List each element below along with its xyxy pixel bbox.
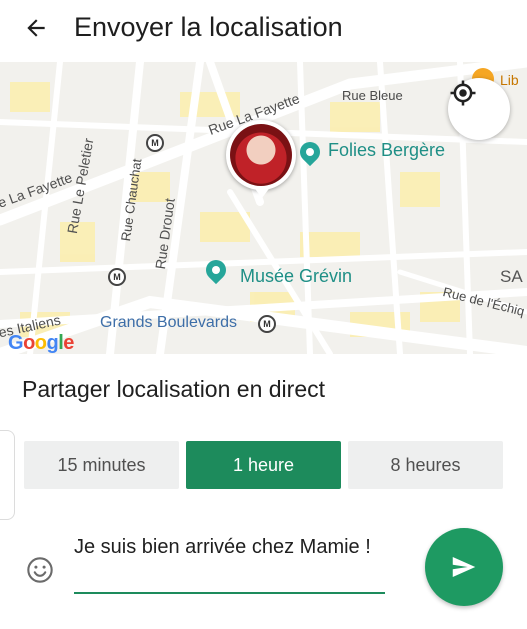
google-letter: e: [63, 332, 74, 354]
back-button[interactable]: [18, 10, 54, 46]
send-icon: [452, 557, 476, 577]
app-bar: Envoyer la localisation: [0, 0, 527, 56]
duration-option-8-heures[interactable]: 8 heures: [348, 441, 503, 489]
duration-option-15-minutes[interactable]: 15 minutes: [24, 441, 179, 489]
my-location-icon: [450, 80, 476, 106]
emoji-smile-icon: [27, 557, 53, 583]
message-input-underline: [74, 592, 385, 594]
my-location-button[interactable]: [448, 78, 510, 140]
metro-icon: M: [258, 315, 276, 333]
map-label-rue-bleue: Rue Bleue: [342, 88, 403, 103]
poi-folies-bergere[interactable]: Folies Bergère: [328, 140, 445, 161]
google-letter: g: [46, 332, 59, 354]
google-letter: o: [23, 332, 35, 354]
metro-icon: M: [108, 268, 126, 286]
map-label-sa: SA: [500, 267, 523, 286]
avatar-pointer: [253, 186, 271, 198]
poi-musee-grevin[interactable]: Musée Grévin: [240, 266, 352, 287]
avatar: [226, 120, 296, 190]
message-input[interactable]: Je suis bien arrivée chez Mamie !: [74, 533, 384, 561]
arrow-back-icon: [27, 19, 45, 37]
send-button[interactable]: [425, 528, 503, 606]
google-logo: Google: [8, 332, 74, 354]
poi-grands-boulevards[interactable]: Grands Boulevards: [100, 314, 237, 332]
map-view[interactable]: Rue La Fayette Rue Bleue e La Fayette Ru…: [0, 62, 527, 354]
metro-icon: M: [146, 134, 164, 152]
left-panel-edge: [0, 430, 15, 520]
google-letter: G: [8, 332, 24, 354]
duration-option-1-heure[interactable]: 1 heure: [186, 441, 341, 489]
poi-lib: Lib: [500, 72, 519, 88]
avatar-photo: [230, 124, 292, 186]
google-letter: o: [34, 332, 47, 354]
live-location-title: Partager localisation en direct: [22, 376, 325, 402]
page-title: Envoyer la localisation: [74, 12, 343, 42]
emoji-button[interactable]: [26, 556, 54, 584]
